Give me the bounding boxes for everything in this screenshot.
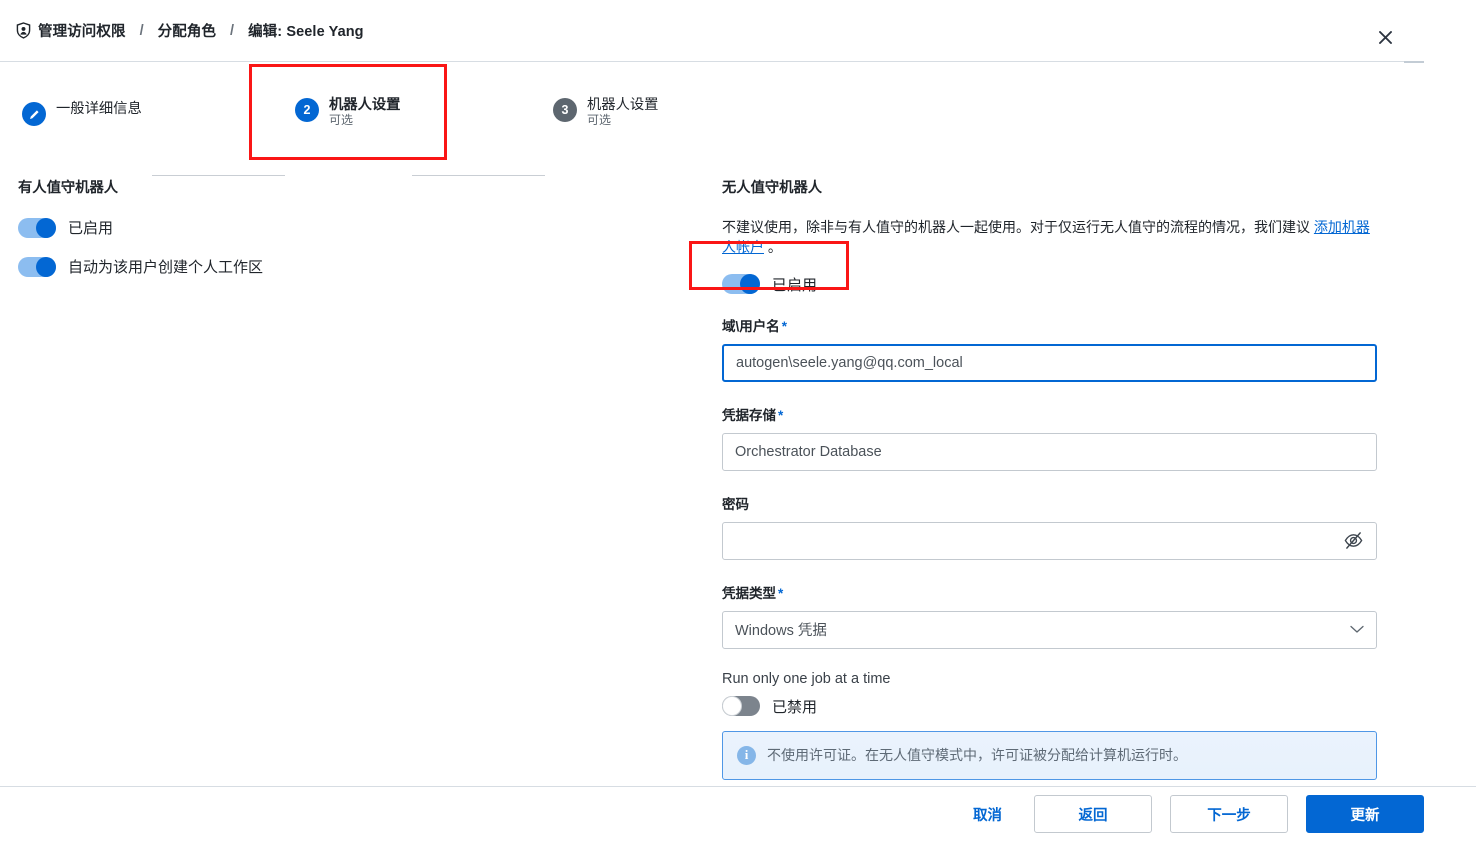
update-button[interactable]: 更新 (1306, 795, 1424, 833)
domain-username-value: autogen\seele.yang@qq.com_local (736, 355, 1363, 371)
step-2-subtitle: 可选 (329, 114, 400, 127)
close-icon[interactable] (1374, 26, 1396, 48)
info-icon: i (737, 746, 756, 765)
required-marker: * (778, 408, 783, 423)
pencil-icon (28, 108, 41, 121)
breadcrumb-item-edit-user: 编辑: Seele Yang (248, 20, 364, 41)
breadcrumb-item-manage-access[interactable]: 管理访问权限 (38, 20, 126, 41)
run-one-job-field: Run only one job at a time 已禁用 (722, 671, 1377, 717)
unattended-enabled-label: 已启用 (772, 274, 817, 295)
attended-workspace-row: 自动为该用户创建个人工作区 (18, 256, 658, 277)
breadcrumb-separator-1: / (126, 23, 158, 39)
toggle-knob (36, 218, 56, 238)
credential-store-value: Orchestrator Database (735, 444, 1364, 460)
credential-store-field: 凭据存储* Orchestrator Database (722, 404, 1377, 471)
step-2-title: 机器人设置 (329, 97, 400, 113)
toggle-knob (740, 274, 760, 294)
toggle-knob (722, 696, 742, 716)
breadcrumb: 管理访问权限 / 分配角色 / 编辑: Seele Yang (0, 20, 364, 41)
step-3-title: 机器人设置 (587, 97, 658, 113)
password-field: 密码 (722, 493, 1377, 560)
credential-store-input[interactable]: Orchestrator Database (722, 433, 1377, 471)
required-marker: * (782, 319, 787, 334)
step-3-subtitle: 可选 (587, 114, 658, 127)
stepper-step-1[interactable]: 一般详细信息 (22, 101, 142, 126)
eye-off-icon[interactable] (1343, 530, 1364, 551)
attended-section-title: 有人值守机器人 (18, 176, 658, 197)
credential-store-label: 凭据存储* (722, 404, 1377, 424)
credential-type-label-text: 凭据类型 (722, 586, 776, 601)
password-label-text: 密码 (722, 497, 749, 512)
unattended-description-prefix: 不建议使用，除非与有人值守的机器人一起使用。对于仅运行无人值守的流程的情况，我们… (722, 219, 1314, 235)
unattended-enabled-row: 已启用 (722, 274, 1377, 295)
shield-icon (16, 22, 38, 39)
attended-enabled-toggle[interactable] (18, 218, 56, 238)
credential-store-label-text: 凭据存储 (722, 408, 776, 423)
domain-username-label: 域\用户名* (722, 315, 1377, 335)
stepper-step-3[interactable]: 3 机器人设置 可选 (553, 97, 658, 127)
domain-username-field: 域\用户名* autogen\seele.yang@qq.com_local (722, 315, 1377, 382)
run-one-job-toggle[interactable] (722, 696, 760, 716)
password-label: 密码 (722, 493, 1377, 513)
robot-settings-dialog: 管理访问权限 / 分配角色 / 编辑: Seele Yang 一般详细信息 (0, 0, 1476, 841)
run-one-job-row: 已禁用 (722, 696, 1377, 717)
unattended-enabled-toggle[interactable] (722, 274, 760, 294)
domain-username-label-text: 域\用户名 (722, 319, 780, 334)
unattended-section-title: 无人值守机器人 (722, 176, 1377, 197)
stepper-step-2[interactable]: 2 机器人设置 可选 (295, 97, 400, 127)
attended-robot-section: 有人值守机器人 已启用 自动为该用户创建个人工作区 (18, 176, 658, 295)
cancel-button[interactable]: 取消 (959, 795, 1016, 833)
toggle-knob (36, 257, 56, 277)
credential-type-label: 凭据类型* (722, 582, 1377, 602)
wizard-stepper: 一般详细信息 2 机器人设置 可选 3 机器人设置 可选 (0, 62, 1424, 160)
step-1-title: 一般详细信息 (56, 101, 142, 117)
next-button[interactable]: 下一步 (1170, 795, 1288, 833)
auto-create-workspace-label: 自动为该用户创建个人工作区 (68, 256, 263, 277)
run-one-job-state-label: 已禁用 (772, 696, 817, 717)
license-info-banner: i 不使用许可证。在无人值守模式中，许可证被分配给计算机运行时。 (722, 731, 1377, 781)
dialog-header: 管理访问权限 / 分配角色 / 编辑: Seele Yang (0, 0, 1424, 62)
auto-create-workspace-toggle[interactable] (18, 257, 56, 277)
back-button[interactable]: 返回 (1034, 795, 1152, 833)
chevron-down-icon[interactable] (1350, 625, 1364, 634)
run-one-job-label: Run only one job at a time (722, 671, 1377, 687)
license-info-text: 不使用许可证。在无人值守模式中，许可证被分配给计算机运行时。 (767, 746, 1187, 766)
domain-username-input[interactable]: autogen\seele.yang@qq.com_local (722, 344, 1377, 382)
unattended-description-suffix: 。 (764, 239, 782, 255)
credential-type-value: Windows 凭据 (735, 619, 1350, 640)
breadcrumb-item-assign-roles[interactable]: 分配角色 (158, 20, 216, 41)
credential-type-field: 凭据类型* Windows 凭据 (722, 582, 1377, 649)
unattended-description: 不建议使用，除非与有人值守的机器人一起使用。对于仅运行无人值守的流程的情况，我们… (722, 217, 1374, 258)
step-1-circle (22, 102, 46, 126)
attended-enabled-row: 已启用 (18, 217, 658, 238)
breadcrumb-separator-2: / (216, 23, 248, 39)
attended-enabled-label: 已启用 (68, 217, 113, 238)
step-3-circle: 3 (553, 98, 577, 122)
dialog-footer: 取消 返回 下一步 更新 (0, 786, 1476, 841)
unattended-robot-section: 无人值守机器人 不建议使用，除非与有人值守的机器人一起使用。对于仅运行无人值守的… (722, 176, 1377, 780)
password-input[interactable] (722, 522, 1377, 560)
credential-type-select[interactable]: Windows 凭据 (722, 611, 1377, 649)
step-2-circle: 2 (295, 98, 319, 122)
required-marker: * (778, 586, 783, 601)
